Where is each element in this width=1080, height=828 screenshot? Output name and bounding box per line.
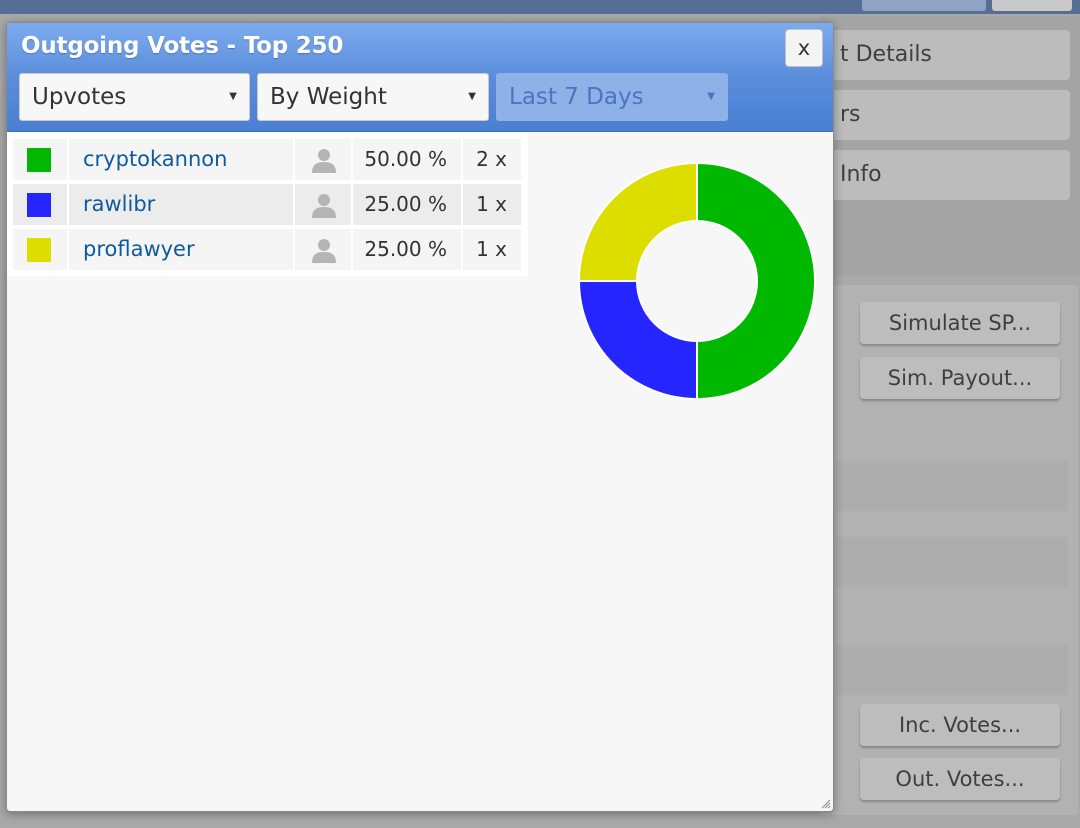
voter-name-link[interactable]: proflawyer [83, 229, 195, 270]
votes-table: cryptokannon 50.00 % 2 x rawlibr 25.00 %… [7, 133, 528, 276]
background-tab-voters[interactable]: rs [820, 90, 1070, 140]
simulate-sp-button[interactable]: Simulate SP... [860, 302, 1060, 344]
color-swatch [27, 193, 51, 217]
close-button[interactable]: x [785, 29, 823, 67]
period-select-value: Last 7 Days [509, 84, 644, 110]
vote-count: 1 x [476, 192, 507, 216]
color-swatch [27, 148, 51, 172]
color-swatch [27, 238, 51, 262]
voter-name-link[interactable]: cryptokannon [83, 139, 227, 180]
dropdown-arrow-icon: ▼ [707, 91, 715, 102]
sim-payout-button[interactable]: Sim. Payout... [860, 357, 1060, 399]
dialog-title: Outgoing Votes - Top 250 [21, 33, 344, 59]
background-top-button [862, 0, 986, 11]
background-tab-details[interactable]: t Details [820, 30, 1070, 80]
out-votes-button[interactable]: Out. Votes... [860, 758, 1060, 800]
background-top-button-2 [992, 0, 1072, 11]
resize-grip-icon[interactable] [819, 797, 831, 809]
dialog-titlebar[interactable]: Outgoing Votes - Top 250 x Upvotes ▼ By … [7, 23, 833, 132]
inc-votes-button[interactable]: Inc. Votes... [860, 704, 1060, 746]
background-tab-info[interactable]: Info [820, 150, 1070, 200]
background-field [836, 537, 1068, 587]
background-field [836, 461, 1068, 511]
vote-percent: 50.00 % [364, 147, 447, 171]
user-icon[interactable] [311, 147, 337, 173]
dropdown-arrow-icon: ▼ [229, 91, 237, 102]
dropdown-arrow-icon: ▼ [468, 91, 476, 102]
period-select[interactable]: Last 7 Days ▼ [496, 73, 728, 121]
vote-percent: 25.00 % [364, 237, 447, 261]
donut-slice-proflawyer[interactable] [577, 161, 698, 282]
table-row: rawlibr 25.00 % 1 x [13, 182, 528, 227]
donut-slice-rawlibr[interactable] [577, 280, 698, 401]
user-icon[interactable] [311, 192, 337, 218]
donut-slice-cryptokannon[interactable] [696, 161, 816, 401]
vote-count: 1 x [476, 237, 507, 261]
user-icon[interactable] [311, 237, 337, 263]
vote-percent: 25.00 % [364, 192, 447, 216]
table-row: cryptokannon 50.00 % 2 x [13, 137, 528, 182]
vote-type-select[interactable]: Upvotes ▼ [19, 73, 250, 121]
table-row: proflawyer 25.00 % 1 x [13, 227, 528, 272]
voter-name-link[interactable]: rawlibr [83, 184, 155, 225]
sort-select[interactable]: By Weight ▼ [257, 73, 489, 121]
votes-donut-chart [577, 161, 816, 401]
vote-count: 2 x [476, 147, 507, 171]
sort-select-value: By Weight [270, 84, 387, 110]
background-field [836, 645, 1068, 695]
outgoing-votes-dialog: Outgoing Votes - Top 250 x Upvotes ▼ By … [6, 22, 834, 812]
vote-type-select-value: Upvotes [32, 84, 127, 110]
